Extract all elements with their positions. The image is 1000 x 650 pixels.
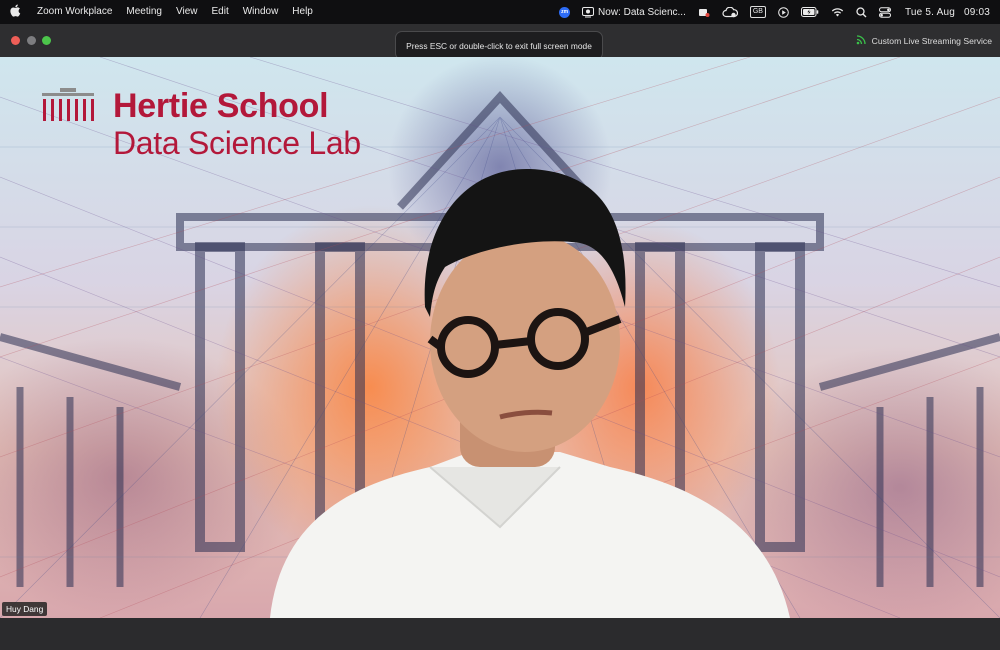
logo-subtitle: Data Science Lab <box>113 125 361 161</box>
menu-window[interactable]: Window <box>236 0 286 24</box>
menu-edit[interactable]: Edit <box>204 0 235 24</box>
menu-bar: Zoom Workplace Meeting View Edit Window … <box>0 0 1000 24</box>
close-window-button[interactable] <box>11 36 20 45</box>
now-playing-item[interactable]: Now: Data Scienc... <box>582 6 686 18</box>
fullscreen-window-button[interactable] <box>42 36 51 45</box>
search-icon[interactable] <box>856 6 867 18</box>
extension-icon[interactable] <box>698 6 710 18</box>
clock-date: Tue 5. Aug <box>904 6 955 18</box>
hertie-school-logo: Hertie School Data Science Lab <box>40 87 361 161</box>
wifi-icon[interactable] <box>831 7 844 17</box>
keyboard-layout-item[interactable]: GB <box>749 6 766 18</box>
cloud-sync-icon[interactable] <box>722 6 738 18</box>
gate-logo-icon <box>42 88 94 121</box>
minimize-window-button[interactable] <box>27 36 36 45</box>
now-playing-label: Now: Data Scienc... <box>598 6 686 18</box>
participant-name-tag: Huy Dang <box>2 602 48 616</box>
participant-video[interactable]: Hertie School Data Science Lab Huy Dang <box>0 57 1000 618</box>
menu-help[interactable]: Help <box>285 0 320 24</box>
menu-clock[interactable]: Tue 5. Aug 09:03 <box>905 7 990 18</box>
live-stream-status[interactable]: Custom Live Streaming Service <box>856 32 992 50</box>
participant-figure <box>270 168 790 618</box>
live-stream-label: Custom Live Streaming Service <box>871 36 992 46</box>
control-center-icon[interactable] <box>878 6 891 18</box>
clock-time: 09:03 <box>963 6 990 18</box>
menu-meeting[interactable]: Meeting <box>119 0 169 24</box>
now-playing-icon <box>582 6 595 18</box>
menu-zoom-workplace[interactable]: Zoom Workplace <box>30 0 119 24</box>
menu-view[interactable]: View <box>169 0 205 24</box>
bottom-bar <box>0 618 1000 650</box>
zoom-tray-icon[interactable]: zm <box>559 6 571 18</box>
logo-title: Hertie School <box>113 87 329 125</box>
play-icon[interactable] <box>778 6 789 18</box>
fullscreen-hint: Press ESC or double-click to exit full s… <box>395 31 603 60</box>
battery-icon[interactable] <box>800 7 819 17</box>
apple-logo-icon[interactable] <box>0 4 30 20</box>
live-stream-icon <box>856 35 866 47</box>
